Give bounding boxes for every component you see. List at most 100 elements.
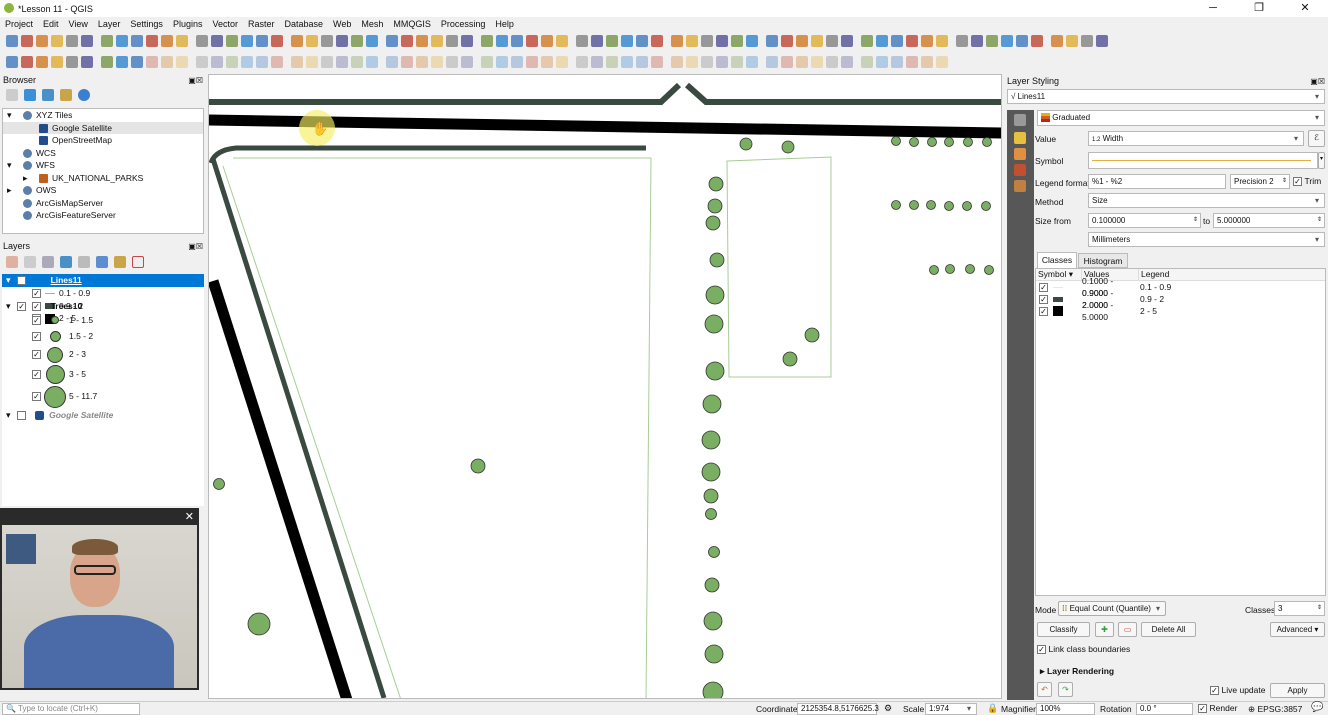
legend-format-input[interactable]: %1 - %2 xyxy=(1088,174,1226,189)
messages-icon[interactable]: 💬 xyxy=(1311,702,1323,713)
toolbar-tool-icon[interactable] xyxy=(241,35,253,47)
toolbar-tool-icon[interactable] xyxy=(416,35,428,47)
toolbar-tool-icon[interactable] xyxy=(496,56,508,68)
minimize-button[interactable]: ─ xyxy=(1190,0,1236,17)
browser-item[interactable]: WCS xyxy=(3,147,203,160)
toolbar-tool-icon[interactable] xyxy=(131,56,143,68)
history-tab-icon[interactable] xyxy=(1014,180,1026,192)
menu-raster[interactable]: Raster xyxy=(243,19,280,29)
extents-toggle-icon[interactable]: ⚙ xyxy=(884,703,892,714)
class-checkbox[interactable]: ✓ xyxy=(32,349,41,359)
toolbar-tool-icon[interactable] xyxy=(271,56,283,68)
toolbar-tool-icon[interactable] xyxy=(6,35,18,47)
toolbar-tool-icon[interactable] xyxy=(701,35,713,47)
toolbar-tool-icon[interactable] xyxy=(131,35,143,47)
unit-select[interactable]: Millimeters xyxy=(1088,232,1325,247)
class-checkbox[interactable]: ✓ xyxy=(1039,306,1048,316)
toolbar-tool-icon[interactable] xyxy=(1096,35,1108,47)
expand-all-icon[interactable] xyxy=(96,256,108,268)
toolbar-tool-icon[interactable] xyxy=(321,56,333,68)
column-symbol[interactable]: Symbol ▾ xyxy=(1036,269,1082,280)
column-legend[interactable]: Legend xyxy=(1139,269,1169,280)
tab-histogram[interactable]: Histogram xyxy=(1078,253,1128,268)
layer-visibility-checkbox[interactable]: ✓ xyxy=(17,301,27,311)
toolbar-tool-icon[interactable] xyxy=(796,56,808,68)
class-checkbox[interactable]: ✓ xyxy=(32,369,41,379)
symbology-tab-icon[interactable] xyxy=(1014,114,1026,126)
toolbar-tool-icon[interactable] xyxy=(446,56,458,68)
toolbar-tool-icon[interactable] xyxy=(1081,35,1093,47)
toolbar-tool-icon[interactable] xyxy=(351,56,363,68)
apply-button[interactable]: Apply xyxy=(1270,683,1325,698)
renderer-select[interactable]: Graduated xyxy=(1037,110,1325,126)
toolbar-tool-icon[interactable] xyxy=(591,35,603,47)
toolbar-tool-icon[interactable] xyxy=(811,56,823,68)
map-svg[interactable]: ✋ xyxy=(209,75,1002,699)
toolbar-tool-icon[interactable] xyxy=(196,56,208,68)
menu-view[interactable]: View xyxy=(64,19,93,29)
toolbar-tool-icon[interactable] xyxy=(81,56,93,68)
class-legend[interactable]: 0.1 - 0.9 xyxy=(1140,281,1171,293)
labels-tab-icon[interactable] xyxy=(1014,132,1026,144)
class-row[interactable]: ✓ 0.1000 - 0.9000 0.1 - 0.9 xyxy=(1036,276,1325,298)
class-checkbox[interactable]: ✓ xyxy=(1039,294,1048,304)
toolbar-tool-icon[interactable] xyxy=(176,56,188,68)
toolbar-tool-icon[interactable] xyxy=(401,35,413,47)
toolbar-tool-icon[interactable] xyxy=(621,56,633,68)
browser-item[interactable]: ▸ UK_NATIONAL_PARKS xyxy=(3,172,203,185)
toolbar-tool-icon[interactable] xyxy=(256,35,268,47)
toolbar-tool-icon[interactable] xyxy=(781,35,793,47)
close-window-button[interactable]: ✕ xyxy=(1282,0,1328,17)
toolbar-tool-icon[interactable] xyxy=(401,56,413,68)
class-checkbox[interactable]: ✓ xyxy=(32,391,41,401)
visibility-icon[interactable] xyxy=(42,256,54,268)
menu-processing[interactable]: Processing xyxy=(436,19,491,29)
class-row[interactable]: ✓ 0.9000 - 2.0000 0.9 - 2 xyxy=(1036,288,1325,310)
toolbar-tool-icon[interactable] xyxy=(541,56,553,68)
toolbar-tool-icon[interactable] xyxy=(861,56,873,68)
magnifier-spinbox[interactable]: 100% xyxy=(1036,703,1095,715)
toolbar-tool-icon[interactable] xyxy=(1016,35,1028,47)
toolbar-tool-icon[interactable] xyxy=(671,35,683,47)
toolbar-tool-icon[interactable] xyxy=(906,56,918,68)
toolbar-tool-icon[interactable] xyxy=(146,56,158,68)
menu-layer[interactable]: Layer xyxy=(93,19,126,29)
toolbar-tool-icon[interactable] xyxy=(21,35,33,47)
toolbar-tool-icon[interactable] xyxy=(876,35,888,47)
toolbar-tool-icon[interactable] xyxy=(51,56,63,68)
toolbar-tool-icon[interactable] xyxy=(176,35,188,47)
toolbar-tool-icon[interactable] xyxy=(861,35,873,47)
toolbar-tool-icon[interactable] xyxy=(606,56,618,68)
toolbar-tool-icon[interactable] xyxy=(256,56,268,68)
toolbar-tool-icon[interactable] xyxy=(1031,35,1043,47)
toolbar-tool-icon[interactable] xyxy=(336,56,348,68)
crs-button[interactable]: ⊕ EPSG:3857 xyxy=(1248,704,1302,715)
symbol-button[interactable] xyxy=(1088,152,1318,169)
toolbar-tool-icon[interactable] xyxy=(101,56,113,68)
maximize-button[interactable]: ❐ xyxy=(1236,0,1282,17)
toolbar-tool-icon[interactable] xyxy=(956,35,968,47)
panel-close-icon[interactable]: ▣☒ xyxy=(1310,76,1325,88)
toolbar-tool-icon[interactable] xyxy=(841,35,853,47)
toolbar-tool-icon[interactable] xyxy=(766,35,778,47)
diagrams-tab-icon[interactable] xyxy=(1014,164,1026,176)
browser-item[interactable]: ▾ XYZ Tiles xyxy=(3,109,203,122)
toolbar-tool-icon[interactable] xyxy=(651,56,663,68)
toolbar-tool-icon[interactable] xyxy=(746,35,758,47)
delete-all-button[interactable]: Delete All xyxy=(1141,622,1196,637)
scale-select[interactable]: 1:974 xyxy=(925,703,977,715)
collapse-all-icon[interactable] xyxy=(60,89,72,101)
menu-edit[interactable]: Edit xyxy=(38,19,64,29)
toolbar-tool-icon[interactable] xyxy=(971,35,983,47)
layer-lines11[interactable]: ▾ ✓ Lines11 xyxy=(2,274,204,287)
toolbar-tool-icon[interactable] xyxy=(511,35,523,47)
method-select[interactable]: Size xyxy=(1088,193,1325,208)
toolbar-tool-icon[interactable] xyxy=(481,35,493,47)
size-to-spinbox[interactable]: 5.000000 ⇕ xyxy=(1213,213,1325,228)
class-checkbox[interactable]: ✓ xyxy=(1039,282,1048,292)
redo-button[interactable]: ↷ xyxy=(1058,682,1073,697)
toolbar-tool-icon[interactable] xyxy=(526,56,538,68)
style-icon[interactable] xyxy=(6,256,18,268)
toolbar-tool-icon[interactable] xyxy=(101,35,113,47)
menu-help[interactable]: Help xyxy=(490,19,519,29)
